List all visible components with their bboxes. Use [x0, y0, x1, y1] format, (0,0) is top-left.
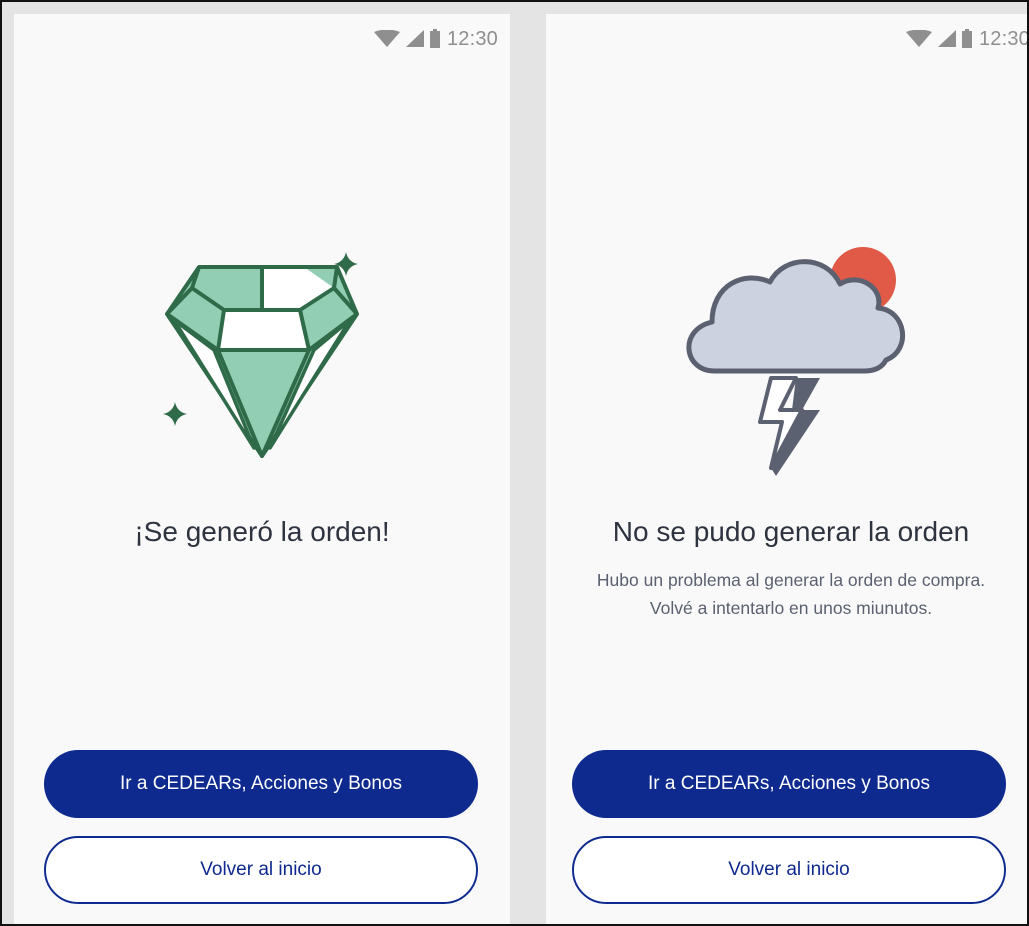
battery-icon — [961, 29, 973, 49]
comparison-frame: 12:30 ¡Se generó la orden! Ir a CEDEARs, — [0, 0, 1029, 926]
signal-icon — [937, 30, 957, 48]
battery-icon — [429, 29, 441, 49]
success-screen: 12:30 ¡Se generó la orden! Ir a CEDEARs, — [14, 14, 510, 924]
status-bar: 12:30 — [905, 14, 1029, 64]
page-title: No se pudo generar la orden — [612, 516, 970, 547]
error-message-line: Volvé a intentarlo en unos miunutos. — [649, 598, 933, 618]
back-home-button[interactable]: Volver al inicio — [44, 836, 478, 904]
page-title: ¡Se generó la orden! — [134, 516, 390, 547]
error-message-line: Hubo un problema al generar la orden de … — [596, 570, 986, 590]
signal-icon — [405, 30, 425, 48]
go-to-cedears-button[interactable]: Ir a CEDEARs, Acciones y Bonos — [572, 750, 1006, 818]
status-bar: 12:30 — [373, 14, 498, 64]
clock: 12:30 — [978, 27, 1029, 50]
error-screen: 12:30 No se pudo generar la orden Hubo u… — [546, 14, 1029, 924]
error-message: Hubo un problema al generar la orden de … — [556, 566, 1026, 622]
diamond-icon — [163, 252, 359, 458]
storm-cloud-icon — [686, 247, 905, 476]
wifi-icon — [373, 30, 401, 48]
clock: 12:30 — [446, 27, 498, 50]
back-home-button[interactable]: Volver al inicio — [572, 836, 1006, 904]
go-to-cedears-button[interactable]: Ir a CEDEARs, Acciones y Bonos — [44, 750, 478, 818]
wifi-icon — [905, 30, 933, 48]
